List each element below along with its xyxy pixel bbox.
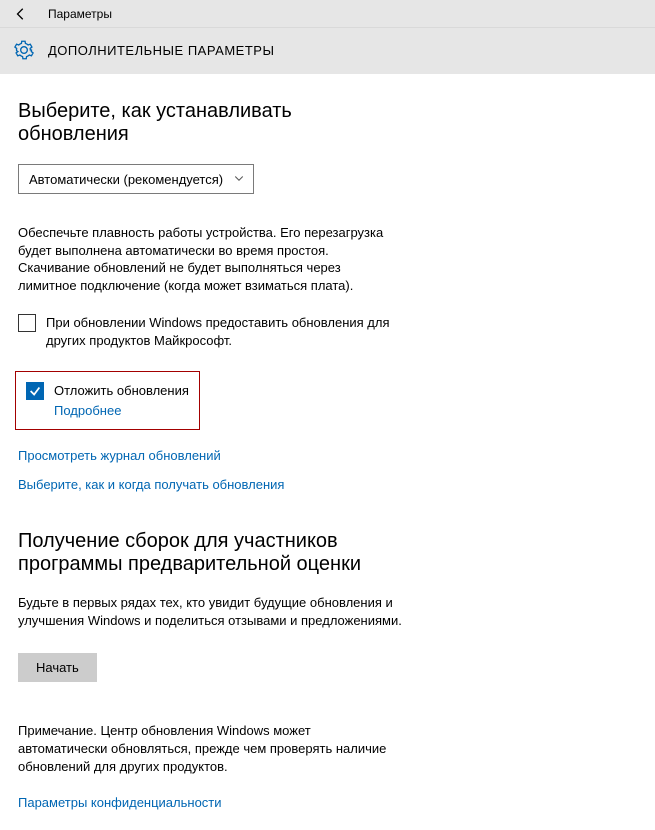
section-heading-insider: Получение сборок для участников программ… — [18, 530, 402, 576]
checkbox-other-products-label: При обновлении Windows предоставить обно… — [46, 314, 402, 349]
window-title: Параметры — [48, 7, 112, 21]
checkbox-defer-updates[interactable] — [26, 382, 44, 400]
insider-description: Будьте в первых рядах тех, кто увидит бу… — [18, 594, 402, 629]
checkbox-row-defer: Отложить обновления Подробнее — [26, 382, 189, 419]
page-title: ДОПОЛНИТЕЛЬНЫЕ ПАРАМЕТРЫ — [48, 43, 274, 58]
titlebar: Параметры — [0, 0, 655, 28]
link-update-history[interactable]: Просмотреть журнал обновлений — [18, 448, 402, 463]
install-mode-select[interactable]: Автоматически (рекомендуется) — [18, 164, 254, 194]
section-heading-updates: Выберите, как устанавливать обновления — [18, 100, 402, 146]
link-privacy[interactable]: Параметры конфиденциальности — [18, 795, 402, 810]
link-delivery-options[interactable]: Выберите, как и когда получать обновлени… — [18, 477, 402, 492]
checkbox-other-products[interactable] — [18, 314, 36, 332]
chevron-down-icon — [233, 172, 245, 187]
update-note: Примечание. Центр обновления Windows мож… — [18, 722, 402, 775]
checkbox-row-other-products: При обновлении Windows предоставить обно… — [18, 314, 402, 349]
highlight-box: Отложить обновления Подробнее — [15, 371, 200, 430]
updates-description: Обеспечьте плавность работы устройства. … — [18, 224, 402, 294]
select-value: Автоматически (рекомендуется) — [29, 172, 223, 187]
checkbox-defer-label-wrap: Отложить обновления Подробнее — [54, 382, 189, 419]
checkbox-defer-label: Отложить обновления — [54, 383, 189, 398]
content-area: Выберите, как устанавливать обновления А… — [0, 74, 420, 830]
gear-icon — [14, 40, 34, 60]
insider-section: Получение сборок для участников программ… — [18, 530, 402, 810]
back-icon[interactable] — [12, 5, 30, 23]
defer-more-link[interactable]: Подробнее — [54, 402, 189, 420]
start-button[interactable]: Начать — [18, 653, 97, 682]
page-header: ДОПОЛНИТЕЛЬНЫЕ ПАРАМЕТРЫ — [0, 28, 655, 74]
